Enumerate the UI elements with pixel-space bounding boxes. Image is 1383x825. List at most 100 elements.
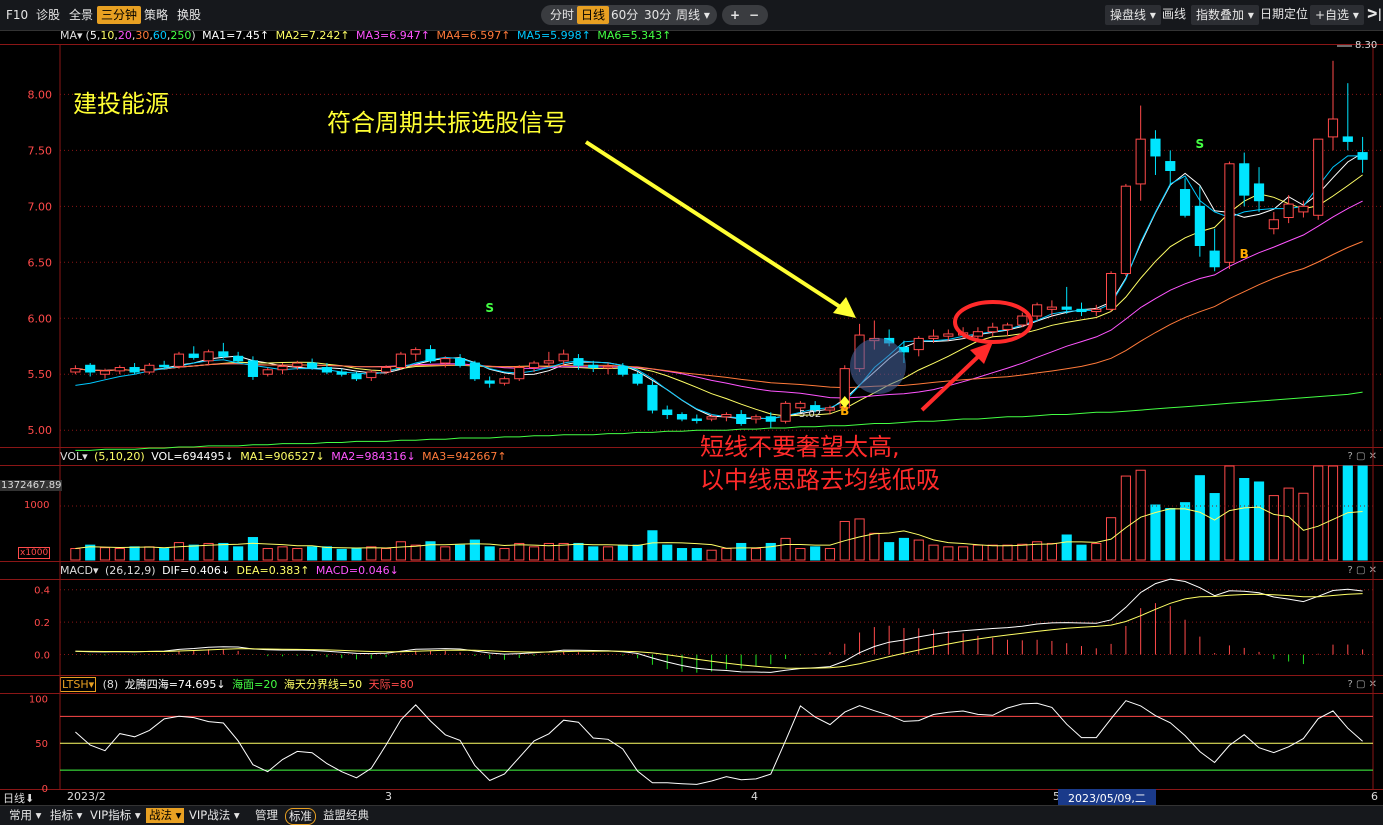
vol-axis-unit: x1000 — [18, 547, 51, 559]
volume-bar — [440, 546, 451, 561]
candle-body — [85, 364, 96, 373]
volume-bar — [1194, 475, 1205, 561]
volume-bar — [366, 546, 377, 561]
candle-body — [277, 365, 288, 371]
price-tick-label: 7.00 — [28, 200, 53, 213]
volume-bar — [188, 544, 199, 561]
volume-bar — [721, 548, 732, 561]
volume-bar — [1298, 492, 1309, 561]
volume-bar — [824, 548, 836, 561]
volume-bar — [617, 544, 628, 561]
volume-bar — [588, 546, 599, 561]
volume-bar — [795, 548, 806, 561]
volume-bar — [1017, 543, 1028, 561]
candle-body — [1342, 136, 1353, 142]
volume-bar — [1239, 478, 1250, 561]
volume-bar — [943, 546, 954, 561]
candle-body — [588, 364, 599, 369]
candle-body — [1313, 138, 1324, 216]
standard-tab[interactable]: 标准 — [285, 808, 316, 825]
candle-body — [307, 362, 318, 369]
candle-body — [632, 373, 643, 384]
manage-button[interactable]: 管理 — [252, 808, 281, 823]
volume-bar — [676, 548, 688, 561]
candle-body — [736, 414, 747, 424]
signal-circle — [850, 338, 906, 394]
candle-body — [1076, 308, 1087, 313]
volume-bar — [351, 548, 362, 561]
volume-bar — [159, 548, 170, 561]
volume-bar — [558, 542, 569, 561]
candle-body — [292, 362, 303, 367]
vip-indicator-menu[interactable]: VIP指标 ▾ — [87, 808, 144, 823]
candle-body — [262, 369, 273, 375]
candle-body — [750, 416, 762, 420]
candle-body — [1268, 219, 1279, 230]
macd-dea-line — [75, 593, 1363, 669]
candle-body — [780, 402, 791, 422]
signal-arrow-shaft — [584, 140, 850, 314]
period-selector[interactable]: 日线⬇ — [3, 790, 34, 806]
volume-bar — [602, 546, 614, 561]
volume-bar — [632, 544, 643, 561]
candle-body — [484, 380, 495, 384]
vol-axis-top: 1372467.89 — [0, 480, 63, 491]
volume-bar — [706, 549, 717, 561]
volume-bar — [869, 532, 880, 561]
candle-body — [70, 368, 81, 373]
volume-bar — [884, 542, 895, 561]
candle-body — [514, 367, 525, 380]
volume-bar — [662, 544, 673, 561]
candle-body — [1135, 138, 1146, 185]
macd-tick-label: 0.4 — [34, 586, 50, 597]
advice-arrow-shaft — [920, 350, 985, 412]
candle-body — [381, 367, 392, 373]
candle-body — [543, 360, 554, 364]
ltsh-main-line — [75, 700, 1363, 785]
yimeng-classic-tab[interactable]: 益盟经典 — [320, 808, 372, 823]
ltsh-tick-label: 0 — [42, 784, 48, 795]
candle-body — [691, 418, 702, 422]
price-tick-label: 6.50 — [28, 256, 53, 269]
volume-bar — [410, 544, 421, 561]
volume-bar — [987, 544, 998, 561]
vol-axis-mid: 1000 — [24, 500, 50, 511]
volume-bar — [381, 548, 392, 561]
tactics-menu[interactable]: 战法 ▾ — [146, 808, 185, 823]
volume-bar — [321, 546, 333, 561]
candle-body — [647, 384, 658, 411]
volume-bar — [972, 544, 984, 561]
candle-body — [1283, 203, 1294, 219]
volume-bar — [1179, 502, 1191, 561]
x-label-apr: 4 — [751, 790, 758, 803]
indicator-menu[interactable]: 指标 ▾ — [47, 808, 85, 823]
candle-body — [1179, 189, 1191, 216]
candle-body — [824, 407, 836, 411]
candle-body — [1327, 118, 1339, 138]
volume-bar — [99, 547, 111, 561]
volume-bar — [1253, 481, 1265, 561]
volume-bar — [573, 542, 584, 561]
candle-body — [336, 371, 347, 375]
volume-bar — [1002, 544, 1013, 561]
volume-bar — [262, 548, 273, 561]
volume-bar — [898, 537, 910, 561]
signal-annotation: 符合周期共振选股信号 — [327, 109, 567, 137]
sell-signal: S — [1196, 137, 1205, 151]
volume-bar — [1268, 495, 1279, 561]
candle-body — [573, 358, 584, 366]
volume-bar — [750, 548, 762, 561]
buy-signal: B — [1240, 247, 1249, 261]
candle-body — [99, 370, 111, 375]
candle-body — [321, 367, 333, 373]
low-price-label: 5.02 — [799, 409, 822, 420]
stock-name-label: 建投能源 — [73, 90, 169, 118]
kline-chart[interactable]: 5.00 5.50 6.00 6.50 7.00 7.50 8.00 0.0 0.2 0.4 0… — [0, 0, 1383, 824]
volume-bar — [499, 548, 510, 561]
volume-bar — [1165, 507, 1176, 561]
volume-bar — [247, 537, 259, 561]
candle-body — [114, 367, 125, 372]
common-menu[interactable]: 常用 ▾ — [6, 808, 44, 823]
vip-tactics-menu[interactable]: VIP战法 ▾ — [186, 808, 243, 823]
price-tick-label: 8.00 — [28, 88, 53, 101]
